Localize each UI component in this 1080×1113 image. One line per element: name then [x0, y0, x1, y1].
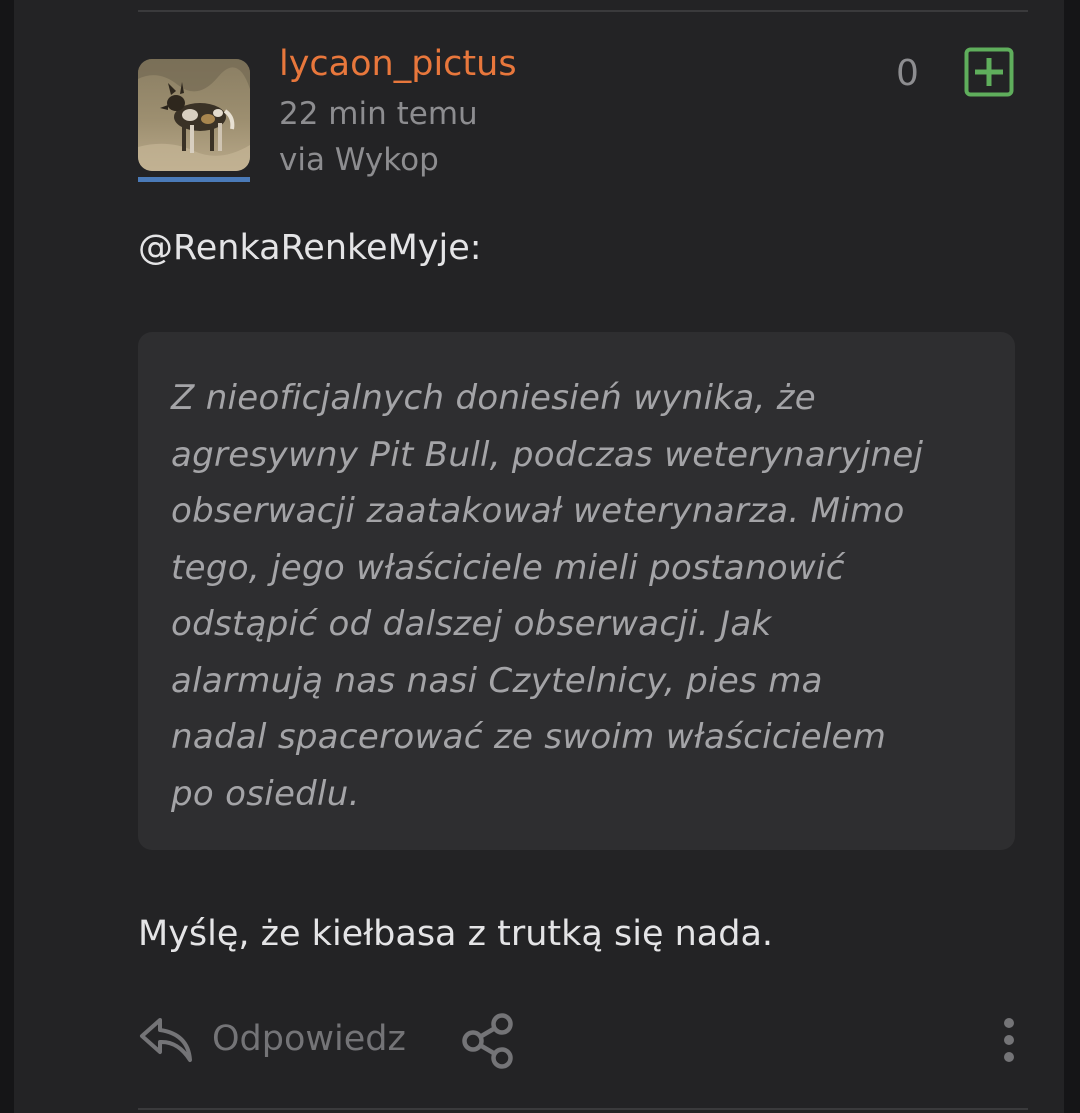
quote-line: odstąpić od dalszej obserwacji. Jak [171, 604, 772, 644]
vote-count: 0 [896, 53, 919, 94]
quote-line: tego, jego właściciele mieli postanowić [171, 547, 845, 588]
divider-bottom [138, 1108, 1028, 1110]
quote-line: po osiedlu. [171, 773, 360, 814]
page: lycaon_pictus 22 min temu via Wykop 0 @R… [0, 0, 1080, 1113]
mention-link[interactable]: @RenkaRenkeMyje: [138, 228, 482, 268]
author-username[interactable]: lycaon_pictus [279, 44, 517, 84]
reply-arrow-icon[interactable] [138, 1014, 194, 1066]
post-source: via Wykop [279, 142, 439, 178]
post-timestamp: 22 min temu [279, 96, 478, 132]
reply-button[interactable]: Odpowiedz [212, 1019, 406, 1059]
quote-text: Z nieoficjalnych doniesień wynika, że ag… [171, 370, 981, 822]
quote-line: Z nieoficjalnych doniesień wynika, że [171, 378, 817, 418]
quote-line: obserwacji zaatakował weterynarza. Mimo [171, 491, 905, 531]
divider-top [138, 10, 1028, 12]
avatar[interactable] [138, 59, 250, 183]
avatar-status-bar [138, 177, 250, 182]
avatar-image [138, 59, 250, 171]
quote-line: nadal spacerować ze swoim właścicielem [171, 717, 887, 757]
share-icon[interactable] [458, 1012, 518, 1070]
quote-block: Z nieoficjalnych doniesień wynika, że ag… [138, 332, 1015, 850]
quote-line: agresywny Pit Bull, podczas weterynaryjn… [171, 434, 924, 475]
comment-body: Myślę, że kiełbasa z trutką się nada. [138, 914, 774, 954]
quote-line: alarmują nas nasi Czytelnicy, pies ma [171, 660, 823, 701]
plus-square-icon[interactable] [964, 47, 1014, 97]
more-vertical-icon[interactable] [994, 1017, 1024, 1063]
